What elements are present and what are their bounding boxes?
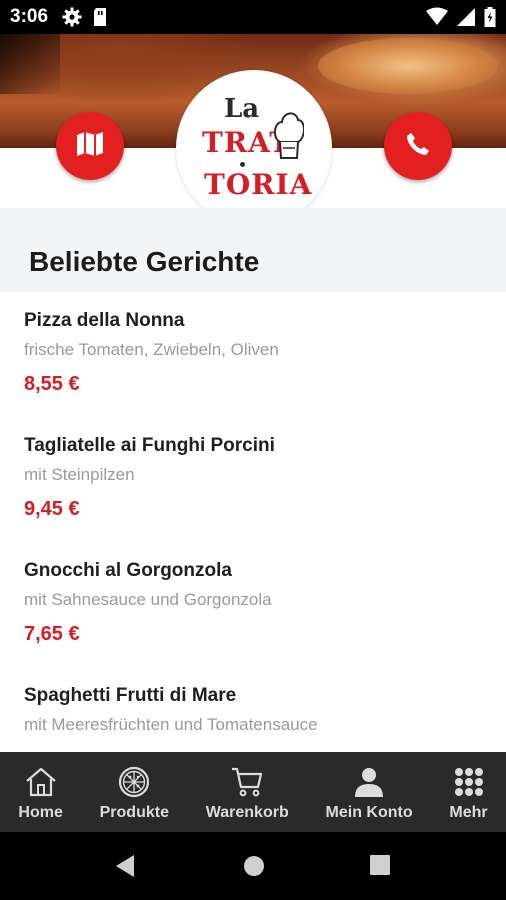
- dish-description: mit Meeresfrüchten und Tomatensauce: [24, 715, 318, 734]
- dish-item[interactable]: Spaghetti Frutti di Mare mit Meeresfrüch…: [0, 667, 506, 752]
- dish-item[interactable]: Pizza della Nonna frische Tomaten, Zwieb…: [0, 292, 506, 417]
- sim-card-icon: [92, 7, 108, 27]
- grid-icon: [453, 766, 485, 798]
- signal-icon: [456, 7, 476, 27]
- dish-price: 7,65 €: [24, 623, 80, 645]
- user-icon: [353, 766, 385, 798]
- chef-hat-icon: [274, 108, 305, 169]
- status-time: 3:06: [10, 6, 49, 27]
- battery-icon: [484, 7, 496, 27]
- section-header: Beliebte Gerichte: [0, 208, 506, 292]
- dish-name: Spaghetti Frutti di Mare: [24, 685, 237, 706]
- dish-description: frische Tomaten, Zwiebeln, Oliven: [24, 340, 279, 359]
- nav-label-mehr: Mehr: [449, 804, 488, 821]
- dish-name: Pizza della Nonna: [24, 310, 185, 331]
- dish-description: mit Sahnesauce und Gorgonzola: [24, 590, 272, 609]
- dish-price: 9,45 €: [24, 498, 80, 520]
- phone-button[interactable]: [384, 112, 452, 180]
- dish-item[interactable]: Gnocchi al Gorgonzola mit Sahnesauce und…: [0, 542, 506, 667]
- settings-icon: [62, 7, 82, 27]
- nav-mehr[interactable]: Mehr: [431, 752, 506, 832]
- map-button[interactable]: [56, 112, 124, 180]
- logo-text-la: La: [224, 94, 260, 124]
- nav-label-warenkorb: Warenkorb: [205, 804, 289, 821]
- nav-label-home: Home: [18, 804, 63, 821]
- back-icon[interactable]: [114, 854, 136, 883]
- nav-home[interactable]: Home: [0, 752, 81, 832]
- bottom-navigation: Home Produkte Warenkorb Mein Konto Mehr: [0, 752, 506, 832]
- nav-warenkorb[interactable]: Warenkorb: [187, 752, 307, 832]
- map-icon: [76, 131, 104, 162]
- pizza-image: [318, 38, 498, 94]
- nav-mein-konto[interactable]: Mein Konto: [307, 752, 431, 832]
- section-title: Beliebte Gerichte: [29, 246, 260, 277]
- app-content: La TRAT TORIA Beliebte Gerichte Pizza de…: [0, 34, 506, 752]
- pizza-icon: [118, 766, 150, 798]
- nav-label-mein-konto: Mein Konto: [325, 804, 413, 821]
- restaurant-logo: La TRAT TORIA: [176, 70, 332, 226]
- recents-icon[interactable]: [369, 854, 391, 881]
- wifi-icon: [426, 7, 448, 27]
- logo-text-toria: TORIA: [204, 168, 313, 201]
- dish-name: Tagliatelle ai Funghi Porcini: [24, 435, 275, 456]
- system-navigation-bar: [0, 832, 506, 900]
- dish-name: Gnocchi al Gorgonzola: [24, 560, 232, 581]
- dish-description: mit Steinpilzen: [24, 465, 135, 484]
- status-bar: 3:06: [0, 0, 506, 34]
- dish-item[interactable]: Tagliatelle ai Funghi Porcini mit Steinp…: [0, 417, 506, 542]
- dish-list: Pizza della Nonna frische Tomaten, Zwieb…: [0, 292, 506, 752]
- cart-icon: [230, 766, 264, 798]
- phone-icon: [405, 131, 431, 162]
- dish-price: 8,55 €: [24, 373, 80, 395]
- nav-label-produkte: Produkte: [99, 804, 169, 821]
- nav-produkte[interactable]: Produkte: [81, 752, 187, 832]
- home-icon: [24, 766, 58, 798]
- home-circle-icon[interactable]: [242, 854, 266, 883]
